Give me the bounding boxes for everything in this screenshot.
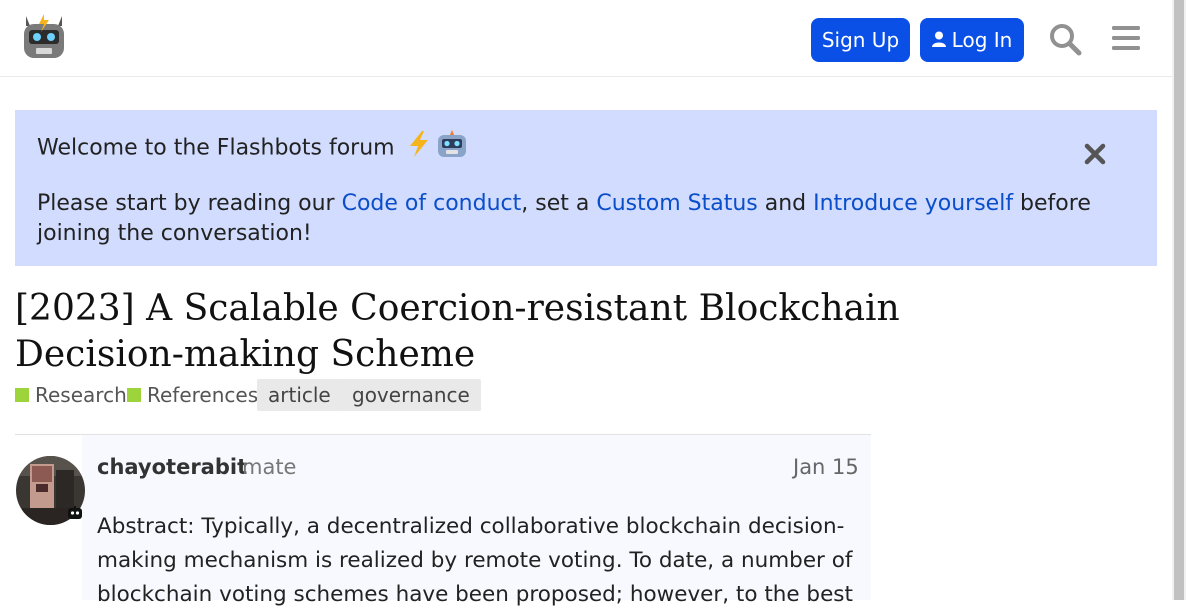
- welcome-banner: Welcome to the Flashbots forum Please st…: [15, 110, 1157, 266]
- post-username[interactable]: chayoterabit: [97, 452, 247, 482]
- code-of-conduct-link[interactable]: Code of conduct: [342, 191, 522, 216]
- category-color-square: [127, 388, 141, 402]
- post-body: Abstract: Typically, a decentralized col…: [97, 514, 853, 607]
- user-icon: [931, 18, 946, 62]
- flashbots-logo-icon[interactable]: [20, 12, 68, 62]
- category-research[interactable]: Research: [15, 379, 127, 411]
- banner-welcome-text: Welcome to the Flashbots forum: [37, 135, 395, 161]
- lightning-emoji-icon: [406, 130, 432, 167]
- robot-emoji-icon: [436, 130, 468, 167]
- sign-up-button[interactable]: Sign Up: [811, 18, 910, 62]
- log-in-label: Log In: [951, 28, 1013, 52]
- category-label: References: [147, 383, 259, 407]
- tag-governance[interactable]: governance: [341, 379, 481, 411]
- avatar[interactable]: [16, 456, 85, 525]
- topic-title[interactable]: [2023] A Scalable Coercion-resistant Blo…: [15, 286, 1015, 378]
- log-in-button[interactable]: Log In: [920, 18, 1024, 62]
- site-header: Sign Up Log In: [0, 0, 1172, 77]
- search-icon[interactable]: [1048, 22, 1082, 60]
- post-date[interactable]: Jan 15: [793, 452, 859, 482]
- category-label: Research: [35, 383, 127, 407]
- hamburger-menu-icon[interactable]: [1110, 22, 1142, 58]
- category-references[interactable]: References: [127, 379, 258, 411]
- tag-article[interactable]: article: [257, 379, 342, 411]
- post-user-title: mate: [242, 455, 297, 479]
- introduce-yourself-link[interactable]: Introduce yourself: [813, 191, 1013, 216]
- category-color-square: [15, 388, 29, 402]
- close-banner-icon[interactable]: [1083, 142, 1107, 166]
- banner-body-text: Please start by reading our Code of cond…: [37, 189, 1135, 249]
- scrollbar-thumb[interactable]: [1174, 0, 1184, 600]
- banner-sep1: , set a: [521, 191, 597, 216]
- banner-welcome-line: Welcome to the Flashbots forum: [37, 130, 1135, 167]
- custom-status-link[interactable]: Custom Status: [596, 191, 757, 216]
- page-scrollbar[interactable]: [1172, 0, 1186, 600]
- banner-intro: Please start by reading our: [37, 191, 342, 216]
- banner-sep2: and: [757, 191, 814, 216]
